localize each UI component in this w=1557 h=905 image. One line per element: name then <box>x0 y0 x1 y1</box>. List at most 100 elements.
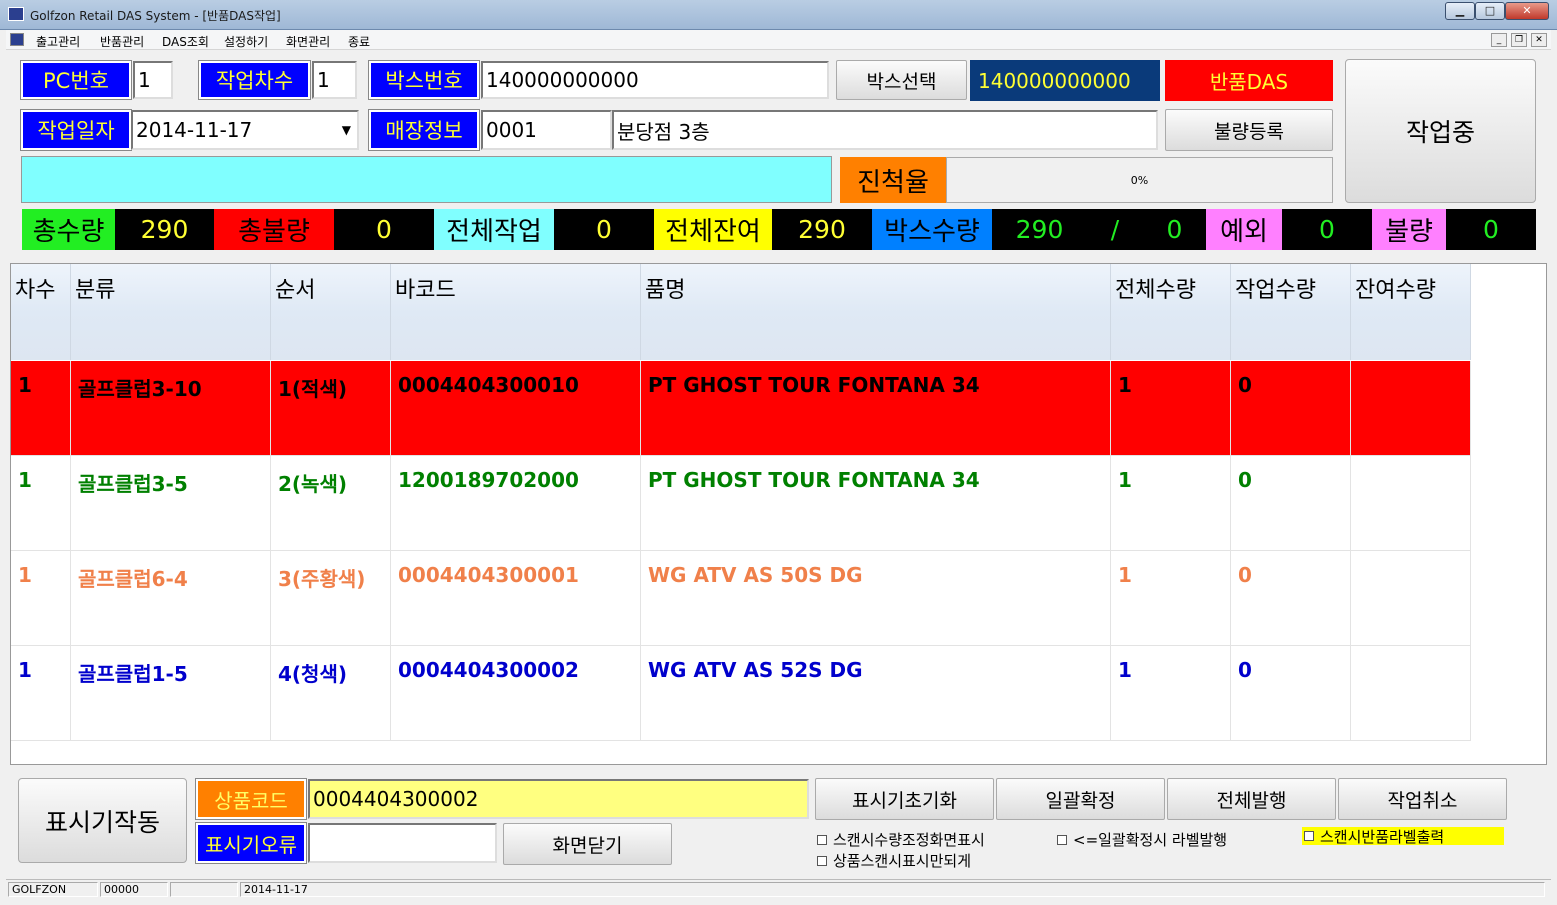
mdi-minimize-icon[interactable]: _ <box>1491 33 1507 47</box>
scan-return-label-label: 스캔시반품라벨출력 <box>1320 827 1445 846</box>
cell-remain-qty <box>1351 456 1471 551</box>
all-work-label: 전체작업 <box>434 209 554 250</box>
cell-order: 1(적색) <box>271 361 391 456</box>
column-header[interactable]: 품명 <box>641 264 1111 360</box>
maximize-button[interactable]: □ <box>1475 2 1505 20</box>
work-date-picker[interactable]: 2014-11-17 ▼ <box>131 110 359 150</box>
mdi-close-icon[interactable]: ✕ <box>1531 33 1547 47</box>
minimize-button[interactable]: ▁ <box>1445 2 1475 20</box>
table-row[interactable]: 1 골프클럽1-5 4(청색) 0004404300002 WG ATV AS 52S … <box>11 646 1471 741</box>
scan-return-label-checkbox[interactable]: 스캔시반품라벨출력 <box>1302 827 1504 846</box>
checkbox-icon[interactable] <box>817 834 827 845</box>
all-work-value: 0 <box>554 209 654 250</box>
display-error-input[interactable] <box>308 823 497 863</box>
selected-box-display: 140000000000 <box>970 60 1160 101</box>
exception-label: 예외 <box>1206 209 1282 250</box>
cell-work-qty: 0 <box>1231 361 1351 456</box>
box-number-field[interactable]: 140000000000 <box>481 61 829 99</box>
progress-text: 0% <box>1130 173 1149 187</box>
message-bar <box>21 156 832 203</box>
label-on-confirm-label: <=일괄확정시 라벨발행 <box>1073 831 1228 849</box>
batch-confirm-button[interactable]: 일괄확정 <box>996 778 1165 820</box>
progress-label: 진척율 <box>840 157 946 203</box>
store-name-field[interactable]: 분당점 3층 <box>612 110 1158 150</box>
scan-qty-adjust-checkbox[interactable]: 스캔시수량조정화면표시 <box>817 829 985 850</box>
defect-label: 불량 <box>1372 209 1446 250</box>
total-defect-label: 총불량 <box>214 209 334 250</box>
column-header[interactable]: 분류 <box>71 264 271 360</box>
cell-barcode: 1200189702000 <box>391 456 641 551</box>
table-row[interactable]: 1 골프클럽3-10 1(적색) 0004404300010 PT GHOST TOUR… <box>11 361 1471 456</box>
defect-value: 0 <box>1446 209 1536 250</box>
cell-remain-qty <box>1351 646 1471 741</box>
table-row[interactable]: 1 골프클럽3-5 2(녹색) 1200189702000 PT GHOST TOUR … <box>11 456 1471 551</box>
cell-product-name: PT GHOST TOUR FONTANA 34 <box>641 456 1111 551</box>
menu-settings[interactable]: 설정하기 <box>224 33 268 50</box>
chevron-down-icon[interactable]: ▼ <box>342 123 351 137</box>
cell-order: 4(청색) <box>271 646 391 741</box>
status-code: 00000 <box>100 882 168 897</box>
cancel-work-button[interactable]: 작업취소 <box>1338 778 1507 820</box>
display-init-button[interactable]: 표시기초기화 <box>815 778 994 820</box>
menu-bar: 출고관리 반품관리 DAS조회 설정하기 화면관리 종료 _ ❐ ✕ <box>6 30 1551 50</box>
scan-qty-adjust-label: 스캔시수량조정화면표시 <box>833 831 985 849</box>
cell-remain-qty <box>1351 361 1471 456</box>
window-title: Golfzon Retail DAS System - [반품DAS작업] <box>30 9 281 23</box>
menu-exit[interactable]: 종료 <box>348 33 370 50</box>
cell-barcode: 0004404300001 <box>391 551 641 646</box>
pc-number-field[interactable]: 1 <box>133 61 173 99</box>
checkbox-icon[interactable] <box>817 855 827 866</box>
cell-batch: 1 <box>11 551 71 646</box>
label-on-confirm-checkbox[interactable]: <=일괄확정시 라벨발행 <box>1057 829 1227 850</box>
checkbox-icon[interactable] <box>1304 831 1314 841</box>
document-icon <box>10 33 24 46</box>
table-row[interactable]: 1 골프클럽6-4 3(주황색) 0004404300001 WG ATV AS 50S… <box>11 551 1471 646</box>
display-error-label: 표시기오류 <box>195 822 307 864</box>
status-company: GOLFZON <box>8 882 98 897</box>
menu-returns[interactable]: 반품관리 <box>100 33 144 50</box>
defect-register-button[interactable]: 불량등록 <box>1165 109 1333 151</box>
cell-category: 골프클럽1-5 <box>71 646 271 741</box>
cell-category: 골프클럽3-10 <box>71 361 271 456</box>
issue-all-button[interactable]: 전체발행 <box>1167 778 1336 820</box>
checkbox-icon[interactable] <box>1057 834 1067 845</box>
close-screen-button[interactable]: 화면닫기 <box>503 823 672 865</box>
column-header[interactable]: 바코드 <box>391 264 641 360</box>
display-run-button[interactable]: 표시기작동 <box>18 778 187 863</box>
menu-outbound[interactable]: 출고관리 <box>36 33 80 50</box>
exception-value: 0 <box>1282 209 1372 250</box>
box-select-button[interactable]: 박스선택 <box>836 60 967 100</box>
pc-number-label: PC번호 <box>20 60 132 100</box>
status-blank <box>170 882 238 897</box>
cell-barcode: 0004404300002 <box>391 646 641 741</box>
menu-screen[interactable]: 화면관리 <box>286 33 330 50</box>
mdi-restore-icon[interactable]: ❐ <box>1511 33 1527 47</box>
close-button[interactable]: ✕ <box>1505 2 1549 20</box>
working-status-button[interactable]: 작업중 <box>1345 59 1536 203</box>
cell-product-name: PT GHOST TOUR FONTANA 34 <box>641 361 1111 456</box>
column-header[interactable]: 작업수량 <box>1231 264 1351 360</box>
cell-total-qty: 1 <box>1111 361 1231 456</box>
menu-das-query[interactable]: DAS조회 <box>162 33 209 50</box>
cell-product-name: WG ATV AS 52S DG <box>641 646 1111 741</box>
status-date: 2014-11-17 <box>240 882 1545 897</box>
total-defect-value: 0 <box>334 209 434 250</box>
column-header[interactable]: 잔여수량 <box>1351 264 1471 360</box>
column-header[interactable]: 순서 <box>271 264 391 360</box>
cell-work-qty: 0 <box>1231 551 1351 646</box>
column-header[interactable]: 전체수량 <box>1111 264 1231 360</box>
product-code-input[interactable]: 0004404300002 <box>308 779 809 819</box>
cell-total-qty: 1 <box>1111 646 1231 741</box>
title-bar[interactable]: Golfzon Retail DAS System - [반품DAS작업] ▁ … <box>0 0 1557 30</box>
cell-product-name: WG ATV AS 50S DG <box>641 551 1111 646</box>
store-code-field[interactable]: 0001 <box>481 110 612 150</box>
scan-display-only-checkbox[interactable]: 상품스캔시표시만되게 <box>817 850 971 871</box>
cell-category: 골프클럽3-5 <box>71 456 271 551</box>
cell-total-qty: 1 <box>1111 456 1231 551</box>
cell-remain-qty <box>1351 551 1471 646</box>
cell-order: 2(녹색) <box>271 456 391 551</box>
work-date-label: 작업일자 <box>20 109 132 151</box>
work-grid[interactable]: 차수 분류 순서 바코드 품명 전체수량 작업수량 잔여수량 1 골프클럽3-10… <box>10 263 1547 765</box>
column-header[interactable]: 차수 <box>11 264 71 360</box>
batch-field[interactable]: 1 <box>312 61 357 99</box>
